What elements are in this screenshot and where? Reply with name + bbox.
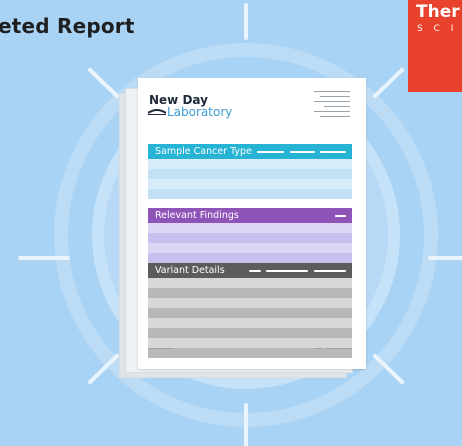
footer-line [149,348,173,349]
section-row [148,169,352,179]
section-header: Variant Details [148,263,352,278]
section-row [148,233,352,243]
lab-logo-icon [148,109,166,115]
page-title: eted Report [0,14,135,38]
brand-logo: Ther S C I E [408,0,462,92]
section-row [148,308,352,318]
section-row [148,253,352,263]
section-title: Relevant Findings [155,210,239,221]
footer-line [327,348,352,349]
section-header: Sample Cancer Type [148,144,352,159]
report-illustration: eted Report Ther S C I E New Day Laborat… [0,0,462,446]
section-row [148,328,352,338]
section-row [148,288,352,298]
report-page: New Day Laboratory Sample Cancer Type Re… [138,78,366,369]
section-row [148,338,352,348]
brand-tagline: S C I E [417,24,462,34]
section-variant-details: Variant Details [148,263,352,358]
footer-line [314,348,323,349]
section-row [148,243,352,253]
section-title: Variant Details [155,265,225,276]
section-row [148,278,352,288]
section-rows [148,159,352,199]
section-row [148,348,352,358]
section-row [148,179,352,189]
section-row [148,298,352,308]
section-relevant-findings: Relevant Findings [148,208,352,263]
section-header: Relevant Findings [148,208,352,223]
section-row [148,223,352,233]
section-row [148,318,352,328]
section-rows [148,223,352,263]
header-text-lines [314,91,350,121]
section-rows [148,278,352,358]
section-row [148,159,352,169]
section-title: Sample Cancer Type [155,146,252,157]
brand-name: Ther [416,2,460,22]
lab-subtitle: Laboratory [167,105,233,119]
section-row [148,189,352,199]
section-sample-cancer-type: Sample Cancer Type [148,144,352,199]
